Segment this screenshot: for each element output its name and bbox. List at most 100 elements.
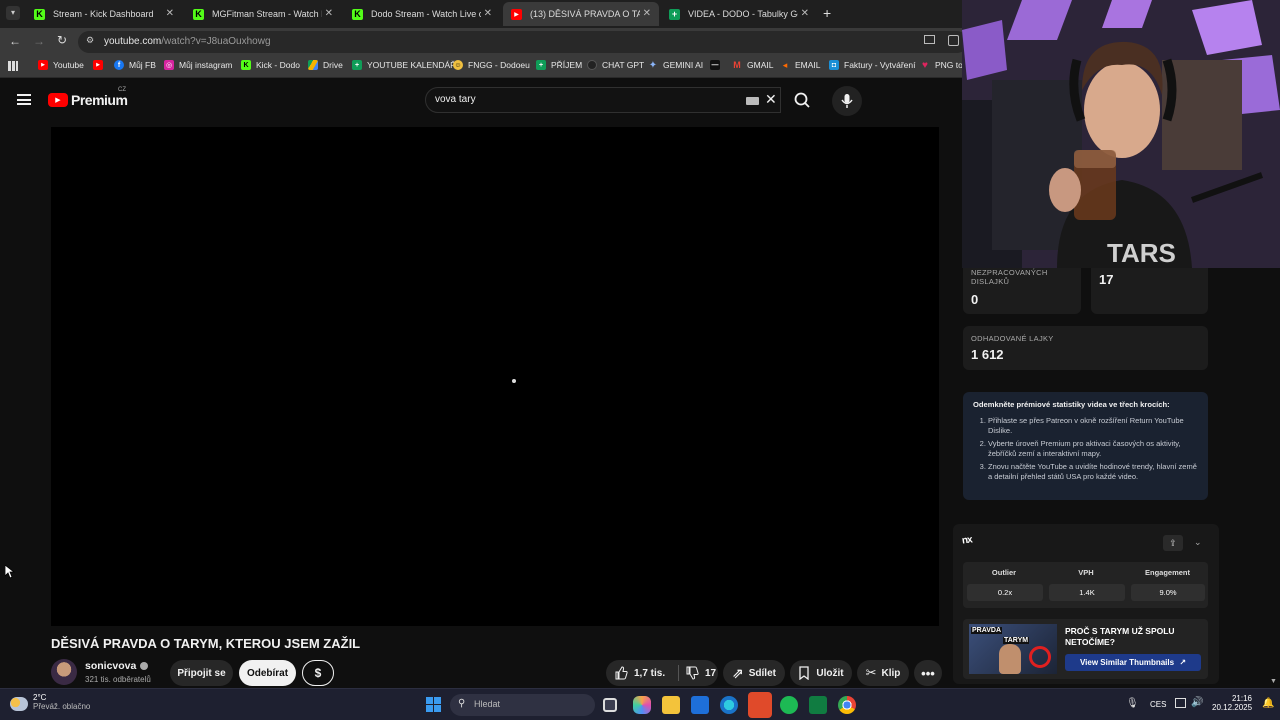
bookmark-faktury[interactable]: ◘ Faktury - Vytváření: [829, 60, 915, 70]
streaming-app-icon[interactable]: [748, 692, 772, 718]
clear-search-icon[interactable]: ✕: [765, 91, 777, 108]
bookmark-png-to[interactable]: ♥ PNG to: [920, 60, 963, 71]
copilot-icon[interactable]: [633, 696, 651, 714]
install-app-icon[interactable]: [924, 35, 935, 44]
weather-widget[interactable]: 2°C Převáž. oblačno: [10, 693, 90, 711]
file-explorer-icon[interactable]: [662, 696, 680, 714]
join-button[interactable]: Připojit se: [170, 660, 233, 686]
search-button[interactable]: [781, 87, 823, 113]
bookmark-chatgpt[interactable]: CHAT GPT: [587, 60, 644, 70]
tab-google-sheets[interactable]: + VIDEA - DODO - Tabulky Googl ✕: [661, 2, 817, 26]
collapse-chevron-icon[interactable]: ⌄: [1194, 537, 1202, 548]
dislikes-value: 17: [1099, 272, 1114, 287]
spotify-icon[interactable]: [780, 696, 798, 714]
chrome-icon[interactable]: [838, 696, 856, 714]
address-bar[interactable]: ⚙ youtube.com/watch?v=J8uaOuxhowg: [78, 31, 968, 53]
bookmark-email[interactable]: ◂ EMAIL: [780, 60, 821, 71]
estimated-likes-value: 1 612: [971, 347, 1004, 362]
metric-value-engagement: 9.0%: [1131, 584, 1205, 601]
excel-icon[interactable]: [809, 696, 827, 714]
search-icon: ⚲: [458, 698, 466, 709]
site-info-icon[interactable]: ⚙: [86, 35, 94, 46]
channel-name[interactable]: sonicvova: [85, 660, 149, 672]
menu-icon[interactable]: [17, 94, 31, 105]
forward-icon[interactable]: →: [33, 34, 45, 48]
dislikes-card: 17: [1091, 262, 1208, 314]
subscribe-button[interactable]: Odebírat: [239, 660, 296, 686]
bookmark-kick[interactable]: K Kick - Dodo: [241, 60, 300, 70]
youtube-logo[interactable]: ▶ Premium CZ: [48, 87, 128, 108]
dislike-button[interactable]: 17: [679, 666, 716, 680]
similar-video-card[interactable]: PRAVDA TARYM PROČ S TARYM UŽ SPOLU NETOČ…: [963, 619, 1208, 679]
tab-title: MGFitman Stream - Watch Live: [212, 9, 322, 19]
bookmark-youtube-2[interactable]: ▶: [93, 60, 108, 70]
clock[interactable]: 21:16 20.12.2025: [1212, 694, 1252, 712]
thanks-button[interactable]: $: [302, 660, 334, 686]
close-tab-icon[interactable]: ✕: [643, 8, 651, 19]
bookmark-fngg[interactable]: ☺ FNGG - Dodoeu: [453, 60, 530, 70]
channel-avatar[interactable]: [51, 659, 77, 685]
close-tab-icon[interactable]: ✕: [166, 8, 174, 19]
volume-icon[interactable]: 🔊: [1191, 697, 1203, 708]
tab-kick-dashboard[interactable]: K Stream - Kick Dashboard ✕: [26, 2, 182, 26]
reload-icon[interactable]: ↻: [57, 33, 67, 47]
bookmark-youtube-kalendar[interactable]: + YOUTUBE KALENDÁŘ: [352, 60, 456, 70]
clock-time: 21:16: [1231, 694, 1252, 703]
dislike-icon: [686, 666, 699, 680]
language-indicator[interactable]: CES: [1150, 700, 1166, 709]
voice-search-button[interactable]: [832, 86, 862, 116]
bookmark-dash[interactable]: —: [710, 60, 725, 70]
apps-grid-icon[interactable]: [8, 61, 18, 71]
video-player[interactable]: [51, 127, 939, 626]
start-button[interactable]: [426, 697, 441, 712]
bookmark-gemini[interactable]: ✦ GEMINI AI: [648, 60, 703, 71]
network-icon[interactable]: [1175, 698, 1186, 708]
kick-icon: K: [241, 60, 251, 70]
invoice-icon: ◘: [829, 60, 839, 70]
tab-dodo-stream[interactable]: K Dodo Stream - Watch Live on K ✕: [344, 2, 500, 26]
task-view-icon[interactable]: [603, 698, 617, 712]
youtube-header: ▶ Premium CZ vova tary ✕: [0, 78, 960, 122]
outlook-icon[interactable]: [691, 696, 709, 714]
metric-header-vph: VPH: [1078, 568, 1094, 577]
edge-icon[interactable]: [720, 696, 738, 714]
clip-button[interactable]: ✂ Klip: [857, 660, 909, 686]
taskbar-search[interactable]: ⚲ Hledat: [450, 694, 595, 716]
tab-youtube-video[interactable]: ▶ (13) DĚSIVÁ PRAVDA O TARYM ✕: [503, 2, 659, 26]
tab-mgfitman[interactable]: K MGFitman Stream - Watch Live ✕: [185, 2, 341, 26]
similar-thumbnail[interactable]: PRAVDA TARYM: [969, 624, 1057, 674]
back-icon[interactable]: ←: [9, 34, 21, 48]
bookmark-youtube[interactable]: ▶ Youtube: [38, 60, 84, 70]
search-input[interactable]: vova tary ✕: [425, 87, 781, 113]
no-symbol-icon: [1029, 646, 1051, 668]
bookmark-instagram[interactable]: ◎ Můj instagram: [164, 60, 232, 70]
microphone-tray-icon[interactable]: 🎙: [1126, 698, 1139, 709]
close-tab-icon[interactable]: ✕: [801, 8, 809, 19]
save-button[interactable]: Uložit: [790, 660, 852, 686]
bookmark-label: FNGG - Dodoeu: [468, 60, 530, 70]
bookmark-prijem[interactable]: + PŘÍJEM: [536, 60, 582, 70]
tab-search-button[interactable]: ▾: [6, 6, 20, 20]
view-similar-button[interactable]: View Similar Thumbnails ↗: [1065, 654, 1201, 671]
tab-title: (13) DĚSIVÁ PRAVDA O TARYM: [530, 9, 640, 19]
bookmark-facebook[interactable]: f Můj FB: [114, 60, 156, 70]
scissors-icon: ✂: [865, 665, 877, 680]
notifications-icon[interactable]: 🔔: [1262, 698, 1274, 709]
lens-icon[interactable]: [948, 35, 959, 46]
scroll-down-arrow[interactable]: ▼: [1270, 678, 1277, 685]
bookmark-drive[interactable]: Drive: [308, 60, 343, 70]
youtube-logo-icon: ▶: [48, 93, 68, 107]
like-button[interactable]: 1,7 tis.: [606, 666, 678, 680]
share-button[interactable]: ⇗ Sdílet: [723, 660, 785, 686]
promo-title: Odemkněte prémiové statistiky videa ve t…: [973, 400, 1170, 409]
export-button[interactable]: ⇪: [1163, 535, 1183, 551]
metric-value-vph: 1.4K: [1049, 584, 1125, 601]
close-tab-icon[interactable]: ✕: [484, 8, 492, 19]
clip-label: Klip: [881, 667, 901, 679]
new-tab-icon[interactable]: +: [823, 5, 831, 21]
bookmark-gmail[interactable]: M GMAIL: [732, 60, 773, 70]
close-tab-icon[interactable]: ✕: [325, 8, 333, 19]
more-actions-button[interactable]: •••: [914, 660, 942, 686]
unprocessed-dislikes-label: NEZPRACOVANÝCH DISLAJKŮ: [971, 268, 1048, 286]
keyboard-icon[interactable]: [746, 97, 759, 105]
